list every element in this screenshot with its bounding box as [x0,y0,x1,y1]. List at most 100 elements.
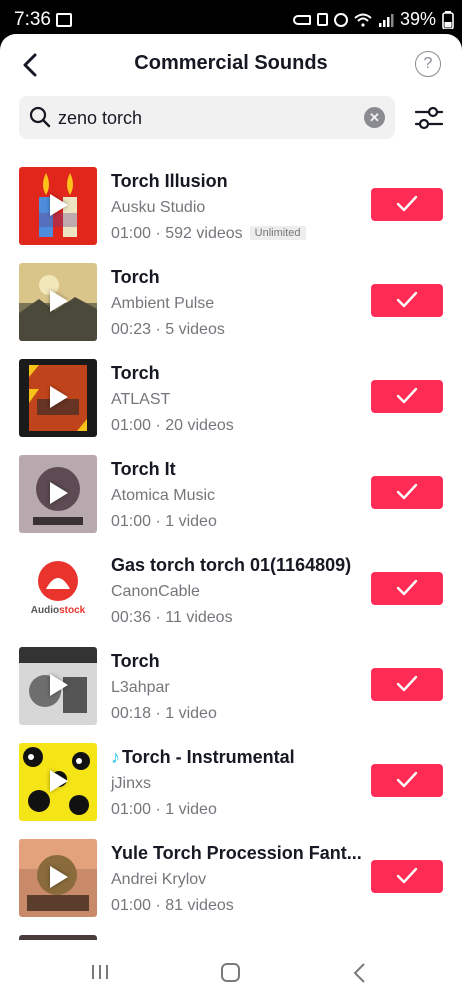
sound-item[interactable]: Yule Torch Procession Fant... Andrei Kry… [0,837,462,933]
sound-artist: ATLAST [111,391,171,408]
select-button[interactable] [371,860,443,893]
sound-meta: 01:00 · 592 videos Unlimited [111,225,306,243]
sound-meta-text: 00:23 · 5 videos [111,321,225,338]
sound-item[interactable]: Torch L3ahpar 00:18 · 1 video [0,645,462,741]
sound-artist: Ambient Pulse [111,295,215,312]
sound-cover [19,455,97,533]
sound-title: Torch [111,651,160,672]
sound-title: Torch It [111,459,176,480]
sound-cover: Audiostock [19,551,97,629]
battery-icon [442,10,454,29]
sound-item[interactable]: Torch ATLAST 01:00 · 20 videos [0,357,462,453]
play-icon[interactable] [50,674,68,696]
help-button[interactable]: ? [415,51,441,77]
play-icon[interactable] [50,194,68,216]
sound-meta: 01:00 · 20 videos [111,417,234,435]
sound-title-text: Torch - Instrumental [122,747,295,767]
status-time: 7:36 [14,9,51,30]
sound-meta-text: 01:00 · 1 video [111,801,217,818]
play-icon[interactable] [50,386,68,408]
sound-title-text: Torch [111,651,160,671]
play-icon[interactable] [50,866,68,888]
search-icon [29,106,51,128]
sound-title-text: Torch [111,363,160,383]
check-icon [396,867,418,884]
alarm-icon [333,12,348,27]
screen-record-icon [56,13,72,27]
sound-title-text: Torch Illusion [111,171,228,191]
sound-meta-text: 00:18 · 1 video [111,705,217,722]
page-title: Commercial Sounds [134,52,328,74]
sound-artist: jJinxs [111,775,152,792]
recent-apps-button[interactable] [90,963,110,981]
select-button[interactable] [371,188,443,221]
sound-meta-text: 00:36 · 11 videos [111,609,233,626]
sound-meta-text: 01:00 · 1 video [111,513,217,530]
clear-search-button[interactable]: ✕ [364,107,385,128]
wifi-icon [354,13,372,27]
sound-cover [19,743,97,821]
sound-item[interactable]: Torch Ambient Pulse 00:23 · 5 videos [0,261,462,357]
sound-artist: CanonCable [111,583,200,600]
sound-title-text: Gas torch torch 01(1164809) [111,555,352,575]
search-input[interactable] [58,108,338,129]
sound-meta-text: 01:00 · 81 videos [111,897,234,914]
check-icon [396,483,418,500]
play-icon[interactable] [50,770,68,792]
select-button[interactable] [371,764,443,797]
sound-title: ♪ Torch - Instrumental [111,747,295,768]
sound-meta: 01:00 · 1 video [111,513,217,531]
sound-item[interactable]: Torch It Atomica Music 01:00 · 1 video [0,453,462,549]
sound-meta: 01:00 · 81 videos [111,897,234,915]
sound-meta-text: 01:00 · 592 videos [111,225,243,242]
sound-meta: 00:18 · 1 video [111,705,217,723]
select-button[interactable] [371,668,443,701]
music-note-icon: ♪ [111,747,120,767]
lock-icon [316,13,328,26]
sound-list: Torch Illusion Ausku Studio 01:00 · 592 … [0,165,462,953]
sound-cover [19,167,97,245]
sound-artist: L3ahpar [111,679,170,696]
unlimited-badge: Unlimited [249,226,306,240]
select-button[interactable] [371,284,443,317]
sound-artist: Atomica Music [111,487,216,504]
sound-cover [19,839,97,917]
check-icon [396,195,418,212]
check-icon [396,579,418,596]
sound-meta: 01:00 · 1 video [111,801,217,819]
play-icon[interactable] [50,482,68,504]
system-back-button[interactable] [351,962,369,984]
vpn-key-icon [292,14,311,25]
select-button[interactable] [371,476,443,509]
sound-title: Yule Torch Procession Fant... [111,843,362,864]
signal-icon [378,13,394,27]
check-icon [396,291,418,308]
svg-text:Audiostock: Audiostock [31,605,86,616]
sound-meta: 00:36 · 11 videos [111,609,233,627]
sound-meta: 00:23 · 5 videos [111,321,225,339]
sound-item[interactable]: ♪ Torch - Instrumental jJinxs 01:00 · 1 v… [0,741,462,837]
sound-title: Torch [111,267,160,288]
system-navigation-bar [0,940,462,1000]
status-icons: 39% [292,9,454,30]
header: Commercial Sounds ? [0,34,462,96]
select-button[interactable] [371,572,443,605]
play-icon[interactable] [50,290,68,312]
sound-title-text: Torch [111,267,160,287]
sound-cover [19,263,97,341]
home-button[interactable] [221,963,240,982]
search-box[interactable]: ✕ [19,96,395,139]
select-button[interactable] [371,380,443,413]
sound-item[interactable]: Torch Illusion Ausku Studio 01:00 · 592 … [0,165,462,261]
sound-artist: Ausku Studio [111,199,206,216]
sound-meta-text: 01:00 · 20 videos [111,417,234,434]
filter-button[interactable] [414,104,444,132]
sound-title-text: Yule Torch Procession Fant... [111,843,362,863]
sound-title-text: Torch It [111,459,176,479]
battery-percent: 39% [399,9,436,29]
sound-title: Torch Illusion [111,171,228,192]
sound-artist: Andrei Krylov [111,871,207,888]
check-icon [396,387,418,404]
sound-item[interactable]: Audiostock Gas torch torch 01(1164809) C… [0,549,462,645]
audiostock-logo: Audiostock [31,561,86,616]
